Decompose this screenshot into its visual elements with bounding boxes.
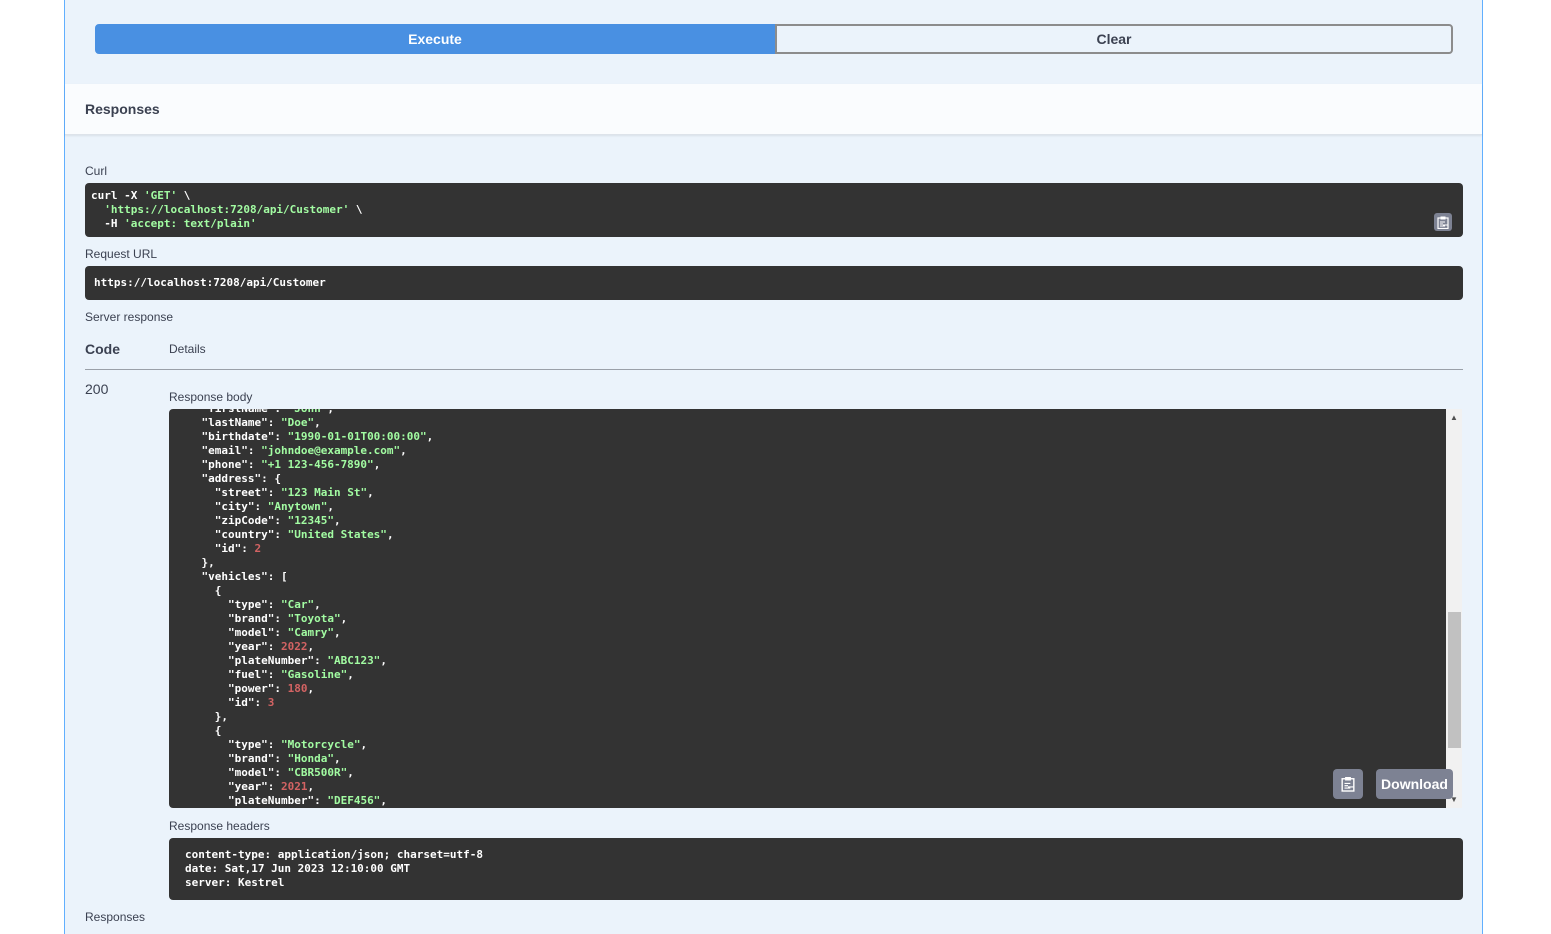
request-url-text: https://localhost:7208/api/Customer [94, 276, 326, 289]
json-line: "id": 2 [175, 542, 262, 555]
json-line: "birthdate": "1990-01-01T00:00:00", [175, 430, 434, 443]
json-line: "plateNumber": "ABC123", [175, 654, 387, 667]
json-line: }, [175, 710, 228, 723]
clear-button[interactable]: Clear [775, 24, 1453, 54]
copy-response-button[interactable] [1333, 769, 1363, 799]
json-line: "lastName": "Doe", [175, 416, 321, 429]
json-line: }, [175, 556, 215, 569]
json-line: "country": "United States", [175, 528, 394, 541]
response-headers-lines: content-type: application/json; charset=… [185, 848, 483, 890]
server-response-label: Server response [85, 310, 174, 324]
clipboard-icon [1341, 777, 1355, 792]
request-url-value[interactable]: https://localhost:7208/api/Customer [85, 266, 1463, 300]
json-line: "fuel": "Gasoline", [175, 668, 354, 681]
header-line: date: Sat,17 Jun 2023 12:10:00 GMT [185, 862, 411, 875]
json-line: "type": "Motorcycle", [175, 738, 368, 751]
response-headers-label: Response headers [169, 819, 270, 833]
json-line: "city": "Anytown", [175, 500, 334, 513]
divider [85, 369, 1463, 370]
responses-section-label: Responses [85, 910, 146, 924]
json-line: "vehicles": [ [175, 570, 288, 583]
responses-header: Responses [65, 84, 1482, 135]
json-line: "street": "123 Main St", [175, 486, 374, 499]
details-column-header: Details [169, 342, 206, 356]
curl-command[interactable]: curl -X 'GET' \ 'https://localhost:7208/… [85, 183, 1463, 237]
json-line: { [175, 724, 222, 737]
json-line: "address": { [175, 472, 281, 485]
json-line: "year": 2022, [175, 640, 315, 653]
header-line: server: Kestrel [185, 876, 285, 889]
json-line: "phone": "+1 123-456-7890", [175, 458, 381, 471]
json-line: "type": "Car", [175, 598, 321, 611]
scroll-up-icon[interactable]: ▲ [1450, 414, 1458, 422]
json-line: "firstName": "John", [175, 409, 433, 416]
curl-line: -H 'accept: text/plain' [91, 217, 257, 230]
json-line: "zipCode": "12345", [175, 514, 341, 527]
json-line: "power": 180, [175, 682, 315, 695]
json-line: "plateNumber": "DEF456", [175, 794, 387, 807]
copy-curl-icon[interactable] [1434, 213, 1452, 231]
header-line: content-type: application/json; charset=… [185, 848, 484, 861]
json-line: "email": "johndoe@example.com", [175, 444, 407, 457]
response-body-scrollbar[interactable]: ▲ ▼ [1446, 409, 1462, 808]
response-headers: content-type: application/json; charset=… [169, 838, 1463, 900]
response-code: 200 [85, 381, 109, 397]
download-button[interactable]: Download [1376, 769, 1453, 799]
json-line: { [175, 584, 222, 597]
json-line: "id": 3 [175, 696, 275, 709]
scrollbar-thumb[interactable] [1448, 612, 1461, 748]
curl-label: Curl [85, 164, 108, 178]
curl-line: 'https://localhost:7208/api/Customer' \ [104, 203, 363, 216]
curl-line: curl -X 'GET' \ [91, 189, 191, 202]
response-body[interactable]: [ { "firstName": "John", "lastName": "Do… [169, 409, 1446, 808]
json-line: "brand": "Honda", [175, 752, 341, 765]
execute-button[interactable]: Execute [95, 24, 775, 54]
code-column-header: Code [85, 341, 120, 357]
json-line: "brand": "Toyota", [175, 612, 348, 625]
responses-title: Responses [85, 101, 160, 117]
json-line: "year": 2021, [175, 780, 315, 793]
json-line: "model": "CBR500R", [175, 766, 354, 779]
response-body-label: Response body [169, 390, 253, 404]
json-line: "model": "Camry", [175, 626, 341, 639]
request-url-label: Request URL [85, 247, 158, 261]
